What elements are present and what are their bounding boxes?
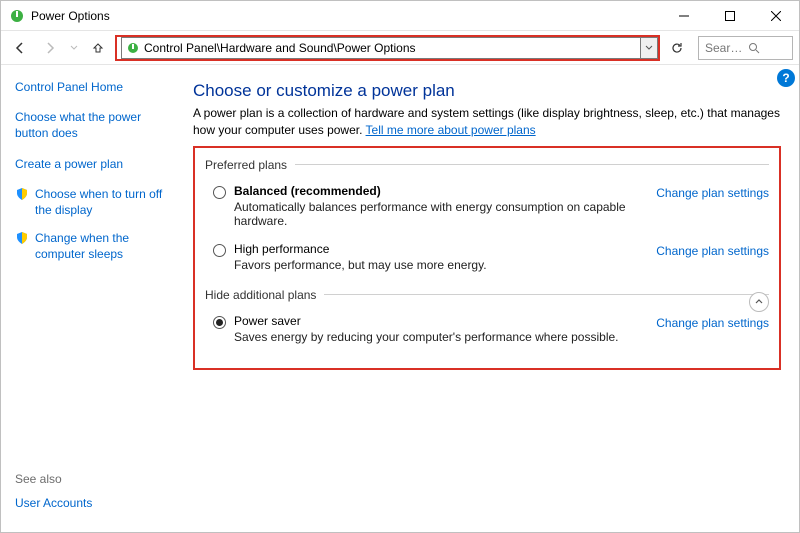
plan-high-name: High performance — [234, 242, 646, 256]
search-input[interactable]: Search Co... — [698, 36, 793, 60]
title-bar: Power Options — [1, 1, 799, 31]
window-title: Power Options — [31, 9, 110, 23]
address-bar-highlight: Control Panel\Hardware and Sound\Power O… — [115, 35, 660, 61]
plan-high-radio[interactable] — [213, 244, 226, 257]
plan-power-saver: Power saver Saves energy by reducing you… — [205, 310, 769, 354]
change-settings-high[interactable]: Change plan settings — [656, 244, 769, 258]
recent-dropdown[interactable] — [67, 35, 81, 61]
minimize-button[interactable] — [661, 1, 707, 31]
search-icon — [748, 42, 787, 54]
up-button[interactable] — [85, 35, 111, 61]
change-settings-balanced[interactable]: Change plan settings — [656, 186, 769, 200]
see-also-user-accounts[interactable]: User Accounts — [15, 496, 177, 510]
sidebar: Control Panel Home Choose what the power… — [1, 65, 187, 532]
plan-balanced: Balanced (recommended) Automatically bal… — [205, 180, 769, 238]
back-button[interactable] — [7, 35, 33, 61]
plan-high-performance: High performance Favors performance, but… — [205, 238, 769, 282]
address-text: Control Panel\Hardware and Sound\Power O… — [144, 41, 640, 55]
page-title: Choose or customize a power plan — [193, 81, 781, 101]
plan-saver-name: Power saver — [234, 314, 646, 328]
plan-balanced-desc: Automatically balances performance with … — [234, 200, 646, 228]
plan-high-desc: Favors performance, but may use more ene… — [234, 258, 646, 272]
plans-highlight: Preferred plans Balanced (recommended) A… — [193, 146, 781, 370]
plan-saver-radio[interactable] — [213, 316, 226, 329]
tell-me-more-link[interactable]: Tell me more about power plans — [366, 123, 536, 137]
address-dropdown[interactable] — [640, 37, 658, 59]
sidebar-link-computer-sleeps[interactable]: Change when the computer sleeps — [35, 230, 177, 262]
additional-plans-legend: Hide additional plans — [205, 288, 324, 302]
sidebar-link-power-button[interactable]: Choose what the power button does — [15, 109, 177, 141]
shield-icon — [15, 187, 29, 201]
sidebar-link-turn-off-display[interactable]: Choose when to turn off the display — [35, 186, 177, 218]
preferred-plans-group: Preferred plans Balanced (recommended) A… — [205, 158, 769, 282]
page-description: A power plan is a collection of hardware… — [193, 105, 781, 140]
plan-saver-desc: Saves energy by reducing your computer's… — [234, 330, 646, 344]
help-button[interactable]: ? — [777, 69, 795, 87]
control-panel-home-link[interactable]: Control Panel Home — [15, 79, 177, 95]
navigation-toolbar: Control Panel\Hardware and Sound\Power O… — [1, 31, 799, 65]
plan-balanced-name: Balanced (recommended) — [234, 184, 646, 198]
maximize-button[interactable] — [707, 1, 753, 31]
additional-plans-group: Hide additional plans Power saver Saves … — [205, 288, 769, 354]
main-content: ? Choose or customize a power plan A pow… — [187, 65, 799, 532]
address-icon — [126, 41, 140, 55]
forward-button[interactable] — [37, 35, 63, 61]
sidebar-link-create-plan[interactable]: Create a power plan — [15, 156, 177, 172]
close-button[interactable] — [753, 1, 799, 31]
refresh-button[interactable] — [664, 35, 690, 61]
see-also-header: See also — [15, 472, 177, 486]
search-placeholder: Search Co... — [705, 41, 744, 55]
shield-icon — [15, 231, 29, 245]
app-icon — [9, 8, 25, 24]
collapse-additional-button[interactable] — [749, 292, 769, 312]
plan-balanced-radio[interactable] — [213, 186, 226, 199]
preferred-plans-legend: Preferred plans — [205, 158, 295, 172]
address-bar[interactable]: Control Panel\Hardware and Sound\Power O… — [121, 37, 640, 59]
change-settings-saver[interactable]: Change plan settings — [656, 316, 769, 330]
